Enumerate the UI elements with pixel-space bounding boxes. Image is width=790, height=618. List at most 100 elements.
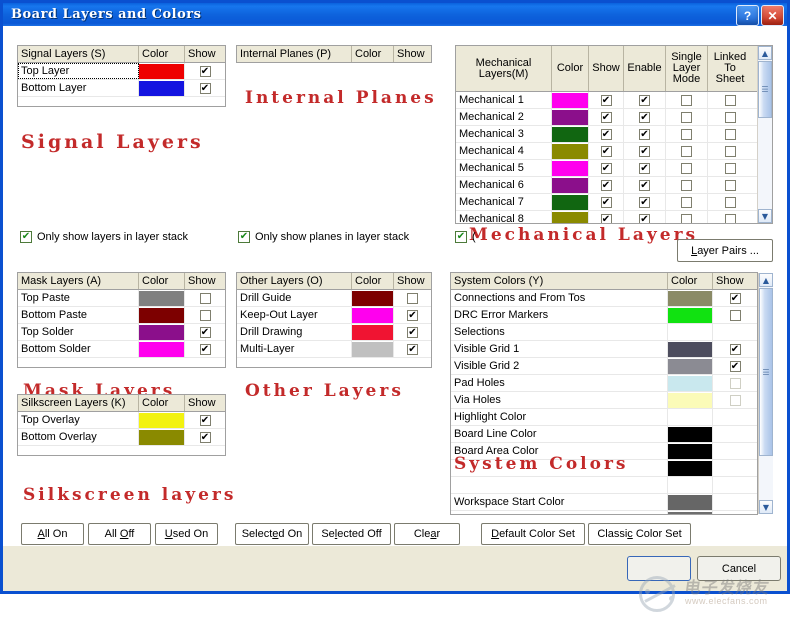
show-checkbox[interactable] <box>729 343 741 355</box>
all-off-button[interactable]: All Off <box>88 523 151 545</box>
table-row[interactable]: Bottom Overlay <box>18 429 225 446</box>
other-layers-table[interactable]: Other Layers (O) Color Show Drill Guide K… <box>236 272 432 368</box>
mechanical-layers-table[interactable]: Mechanical Layers(M) Color Show Enable S… <box>455 45 773 224</box>
enable-cell[interactable] <box>624 160 666 176</box>
table-row[interactable]: Connections and From Tos <box>451 290 757 307</box>
show-checkbox[interactable] <box>600 213 612 223</box>
table-row[interactable]: Highlight Color <box>451 409 757 426</box>
show-checkbox[interactable] <box>729 292 741 304</box>
show-checkbox[interactable] <box>729 309 741 321</box>
color-cell[interactable] <box>668 307 713 323</box>
color-cell[interactable] <box>552 109 589 125</box>
selected-off-button[interactable]: Selected Off <box>312 523 391 545</box>
color-cell[interactable] <box>552 177 589 193</box>
linked-to-sheet-cell[interactable] <box>708 177 752 193</box>
color-swatch[interactable] <box>139 324 184 340</box>
show-cell[interactable] <box>185 324 225 340</box>
color-swatch[interactable] <box>139 341 184 357</box>
show-cell[interactable] <box>185 307 225 323</box>
show-checkbox[interactable] <box>724 213 736 223</box>
linked-to-sheet-cell[interactable] <box>708 143 752 159</box>
color-swatch[interactable] <box>668 307 712 323</box>
color-cell[interactable] <box>352 324 394 340</box>
show-cell[interactable] <box>589 160 624 176</box>
table-row[interactable]: Via Holes <box>451 392 757 409</box>
show-checkbox[interactable] <box>681 162 692 174</box>
color-cell[interactable] <box>668 511 713 514</box>
internal-planes-table[interactable]: Internal Planes (P) Color Show <box>236 45 432 63</box>
table-row[interactable]: Mechanical 2 <box>456 109 772 126</box>
show-cell[interactable] <box>185 429 225 445</box>
scrollbar-thumb[interactable]: ☰ <box>758 61 772 118</box>
color-cell[interactable] <box>139 80 185 96</box>
show-cell[interactable] <box>589 126 624 142</box>
color-cell[interactable] <box>668 375 713 391</box>
show-cell[interactable] <box>713 290 757 306</box>
enable-cell[interactable] <box>624 109 666 125</box>
color-swatch[interactable] <box>668 358 712 374</box>
table-row[interactable]: Top Layer <box>18 63 225 80</box>
single-layer-mode-cell[interactable] <box>666 160 708 176</box>
show-checkbox[interactable] <box>639 213 650 223</box>
mechanical-layers-scrollbar[interactable]: ▲ ☰ ▼ <box>757 46 772 223</box>
color-swatch[interactable] <box>668 375 712 391</box>
show-checkbox[interactable] <box>639 145 650 157</box>
scroll-down-icon[interactable]: ▼ <box>759 500 773 514</box>
color-cell[interactable] <box>668 426 713 442</box>
color-swatch[interactable] <box>139 80 184 96</box>
color-swatch[interactable] <box>552 160 588 176</box>
show-checkbox[interactable] <box>729 377 741 389</box>
table-row[interactable]: Visible Grid 1 <box>451 341 757 358</box>
color-swatch[interactable] <box>352 290 393 306</box>
color-cell[interactable] <box>139 63 185 79</box>
show-checkbox[interactable] <box>639 128 650 140</box>
color-swatch[interactable] <box>552 177 588 193</box>
color-cell[interactable] <box>139 429 185 445</box>
table-row[interactable]: Visible Grid 2 <box>451 358 757 375</box>
color-cell[interactable] <box>352 341 394 357</box>
linked-to-sheet-cell[interactable] <box>708 160 752 176</box>
color-swatch[interactable] <box>352 341 393 357</box>
show-checkbox[interactable] <box>639 162 650 174</box>
color-cell[interactable] <box>139 290 185 306</box>
show-checkbox[interactable] <box>199 82 211 94</box>
table-row[interactable] <box>451 511 757 514</box>
color-cell[interactable] <box>668 341 713 357</box>
clear-button[interactable]: Clear <box>394 523 460 545</box>
silkscreen-layers-table[interactable]: Silkscreen Layers (K) Color Show Top Ove… <box>17 394 226 456</box>
show-cell[interactable] <box>394 307 431 323</box>
show-checkbox[interactable] <box>724 94 736 106</box>
color-cell[interactable] <box>668 409 713 425</box>
show-checkbox[interactable] <box>681 145 692 157</box>
show-cell[interactable] <box>589 177 624 193</box>
single-layer-mode-cell[interactable] <box>666 92 708 108</box>
show-cell[interactable] <box>713 392 757 408</box>
enable-cell[interactable] <box>624 143 666 159</box>
table-row[interactable]: Workspace Start Color <box>451 494 757 511</box>
table-row[interactable]: Mechanical 3 <box>456 126 772 143</box>
show-cell[interactable] <box>185 290 225 306</box>
color-swatch[interactable] <box>139 429 184 445</box>
single-layer-mode-cell[interactable] <box>666 109 708 125</box>
show-cell[interactable] <box>185 80 225 96</box>
table-row[interactable]: Mechanical 8 <box>456 211 772 223</box>
show-cell[interactable] <box>185 412 225 428</box>
show-checkbox[interactable] <box>724 111 736 123</box>
table-row[interactable]: Drill Drawing <box>237 324 431 341</box>
ok-button[interactable] <box>627 556 691 581</box>
color-swatch[interactable] <box>668 511 712 514</box>
show-checkbox[interactable] <box>681 196 692 208</box>
only-show-planes-checkbox[interactable]: Only show planes in layer stack <box>238 231 409 243</box>
show-checkbox[interactable] <box>600 94 612 106</box>
enable-cell[interactable] <box>624 92 666 108</box>
show-checkbox[interactable] <box>639 196 650 208</box>
show-checkbox[interactable] <box>681 128 692 140</box>
table-row[interactable]: DRC Error Markers <box>451 307 757 324</box>
show-checkbox[interactable] <box>639 94 650 106</box>
single-layer-mode-cell[interactable] <box>666 126 708 142</box>
color-swatch[interactable] <box>668 290 712 306</box>
table-row[interactable]: Bottom Paste <box>18 307 225 324</box>
single-layer-mode-cell[interactable] <box>666 194 708 210</box>
enable-cell[interactable] <box>624 177 666 193</box>
linked-to-sheet-cell[interactable] <box>708 109 752 125</box>
